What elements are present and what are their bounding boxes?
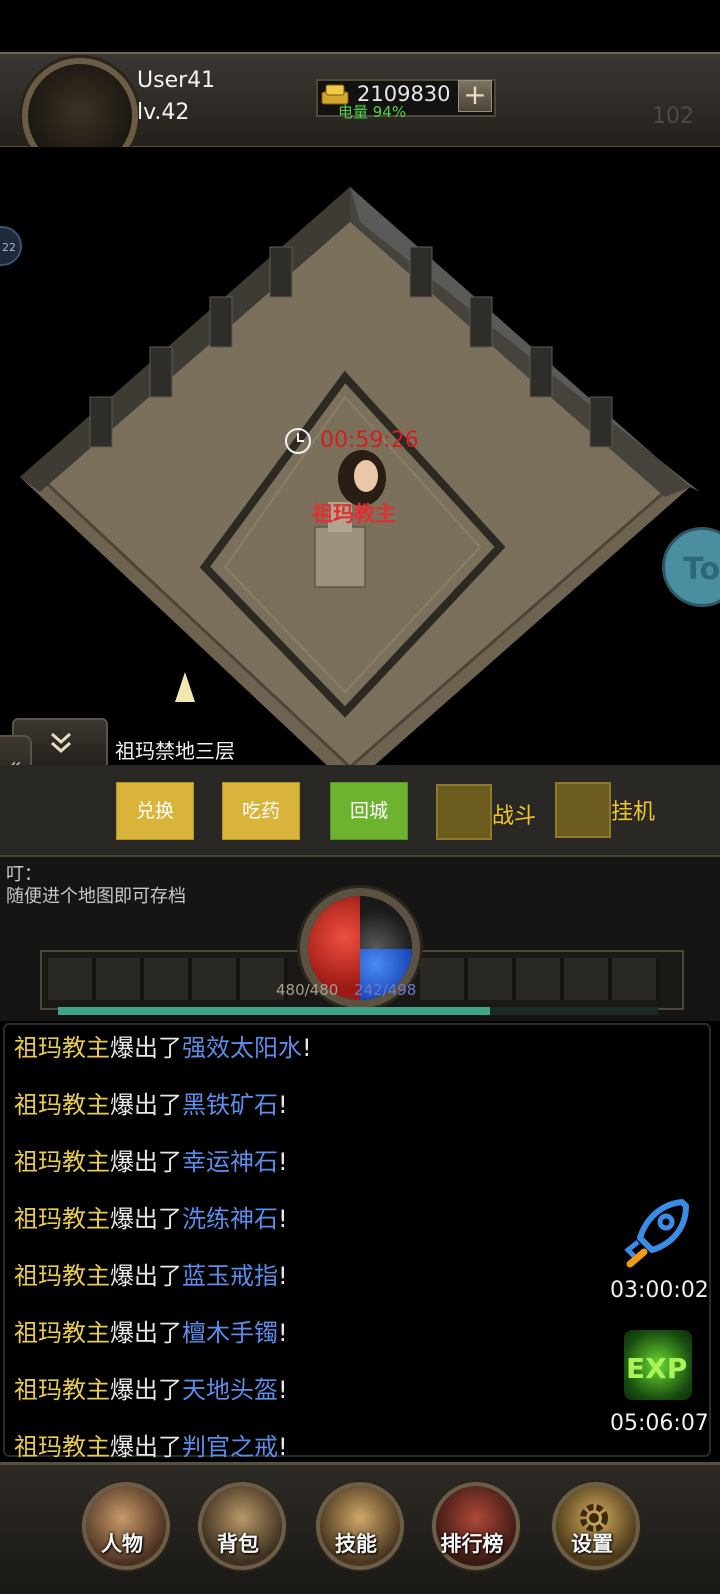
nav-ranking-label: 排行榜	[440, 1532, 504, 1556]
loot-log-item: 蓝玉戒指	[182, 1262, 278, 1290]
loot-log-boss: 祖玛教主	[14, 1091, 110, 1119]
loot-log-item: 黑铁矿石	[182, 1091, 278, 1119]
add-gold-button[interactable]: +	[458, 80, 492, 112]
loot-log-end: !	[278, 1091, 288, 1119]
exp-boost-timer: 05:06:07	[610, 1411, 709, 1436]
battery-status: 电量 94%	[338, 103, 407, 121]
mp-readout: 242/498	[354, 981, 417, 999]
skill-slots-left[interactable]	[48, 958, 288, 1000]
boss-name: 祖玛教主	[312, 501, 396, 526]
skill-slots-right[interactable]	[420, 958, 660, 1000]
nav-skills-label: 技能	[335, 1532, 377, 1556]
exp-boost-label: EXP	[626, 1352, 688, 1385]
loot-log-boss: 祖玛教主	[14, 1148, 110, 1176]
loot-log-end: !	[278, 1433, 288, 1461]
loot-log-end: !	[278, 1319, 288, 1347]
loot-log-verb: 爆出了	[110, 1262, 182, 1290]
loot-log-verb: 爆出了	[110, 1148, 182, 1176]
rocket-icon[interactable]	[622, 1196, 692, 1270]
loot-log-line: 祖玛教主爆出了强效太阳水!	[14, 1028, 312, 1063]
clock-icon	[285, 428, 311, 454]
loot-log-boss: 祖玛教主	[14, 1376, 110, 1404]
loot-log-verb: 爆出了	[110, 1034, 182, 1062]
loot-log-end: !	[278, 1148, 288, 1176]
loot-log-line: 祖玛教主爆出了洗练神石!	[14, 1199, 288, 1234]
loot-log-item: 判官之戒	[182, 1433, 278, 1461]
loot-log-boss: 祖玛教主	[14, 1034, 110, 1062]
loot-log-end: !	[278, 1262, 288, 1290]
exchange-button[interactable]: 兑换	[116, 782, 194, 840]
loot-log-boss: 祖玛教主	[14, 1433, 110, 1461]
loot-log-item: 檀木手镯	[182, 1319, 278, 1347]
loot-log-line: 祖玛教主爆出了天地头盔!	[14, 1370, 288, 1405]
player-name: User41	[137, 68, 216, 93]
loot-log-item: 幸运神石	[182, 1148, 278, 1176]
loot-log-end: !	[278, 1205, 288, 1233]
loot-log-line: 祖玛教主爆出了蓝玉戒指!	[14, 1256, 288, 1291]
loot-log-boss: 祖玛教主	[14, 1262, 110, 1290]
battle-checkbox[interactable]	[436, 784, 492, 840]
loot-log-boss: 祖玛教主	[14, 1319, 110, 1347]
afk-checkbox[interactable]	[555, 782, 611, 838]
loot-log-line: 祖玛教主爆出了判官之戒!	[14, 1427, 288, 1462]
loot-log-end: !	[302, 1034, 312, 1062]
loot-log-verb: 爆出了	[110, 1433, 182, 1461]
boss-portrait-icon[interactable]	[334, 446, 390, 506]
ping-readout: 102	[652, 104, 694, 129]
battle-label: 战斗	[492, 804, 537, 829]
nav-settings-label: 设置	[571, 1532, 613, 1556]
loot-log-verb: 爆出了	[110, 1319, 182, 1347]
loot-log-boss: 祖玛教主	[14, 1205, 110, 1233]
map-name: 祖玛禁地三层	[115, 739, 235, 763]
exp-bar	[58, 1007, 658, 1015]
console-message: 随便进个地图即可存档	[6, 886, 186, 907]
chevron-down-icon	[51, 732, 71, 754]
loot-log-line: 祖玛教主爆出了幸运神石!	[14, 1142, 288, 1177]
loot-log-item: 天地头盔	[182, 1376, 278, 1404]
loot-log-item: 洗练神石	[182, 1205, 278, 1233]
player-level: lv.42	[137, 100, 190, 125]
hp-readout: 480/480	[276, 981, 339, 999]
afk-label: 挂机	[611, 800, 656, 825]
nav-character-label: 人物	[101, 1532, 143, 1556]
loot-log-verb: 爆出了	[110, 1091, 182, 1119]
loot-log-verb: 爆出了	[110, 1205, 182, 1233]
loot-log-item: 强效太阳水	[182, 1034, 302, 1062]
loot-log-end: !	[278, 1376, 288, 1404]
rocket-timer: 03:00:02	[610, 1278, 709, 1303]
exp-bar-fill	[58, 1007, 490, 1015]
nav-bag-label: 背包	[217, 1532, 259, 1556]
loot-log-line: 祖玛教主爆出了檀木手镯!	[14, 1313, 288, 1348]
loot-log-line: 祖玛教主爆出了黑铁矿石!	[14, 1085, 288, 1120]
return-city-button[interactable]: 回城	[330, 782, 408, 840]
loot-log-verb: 爆出了	[110, 1376, 182, 1404]
potion-button[interactable]: 吃药	[222, 782, 300, 840]
